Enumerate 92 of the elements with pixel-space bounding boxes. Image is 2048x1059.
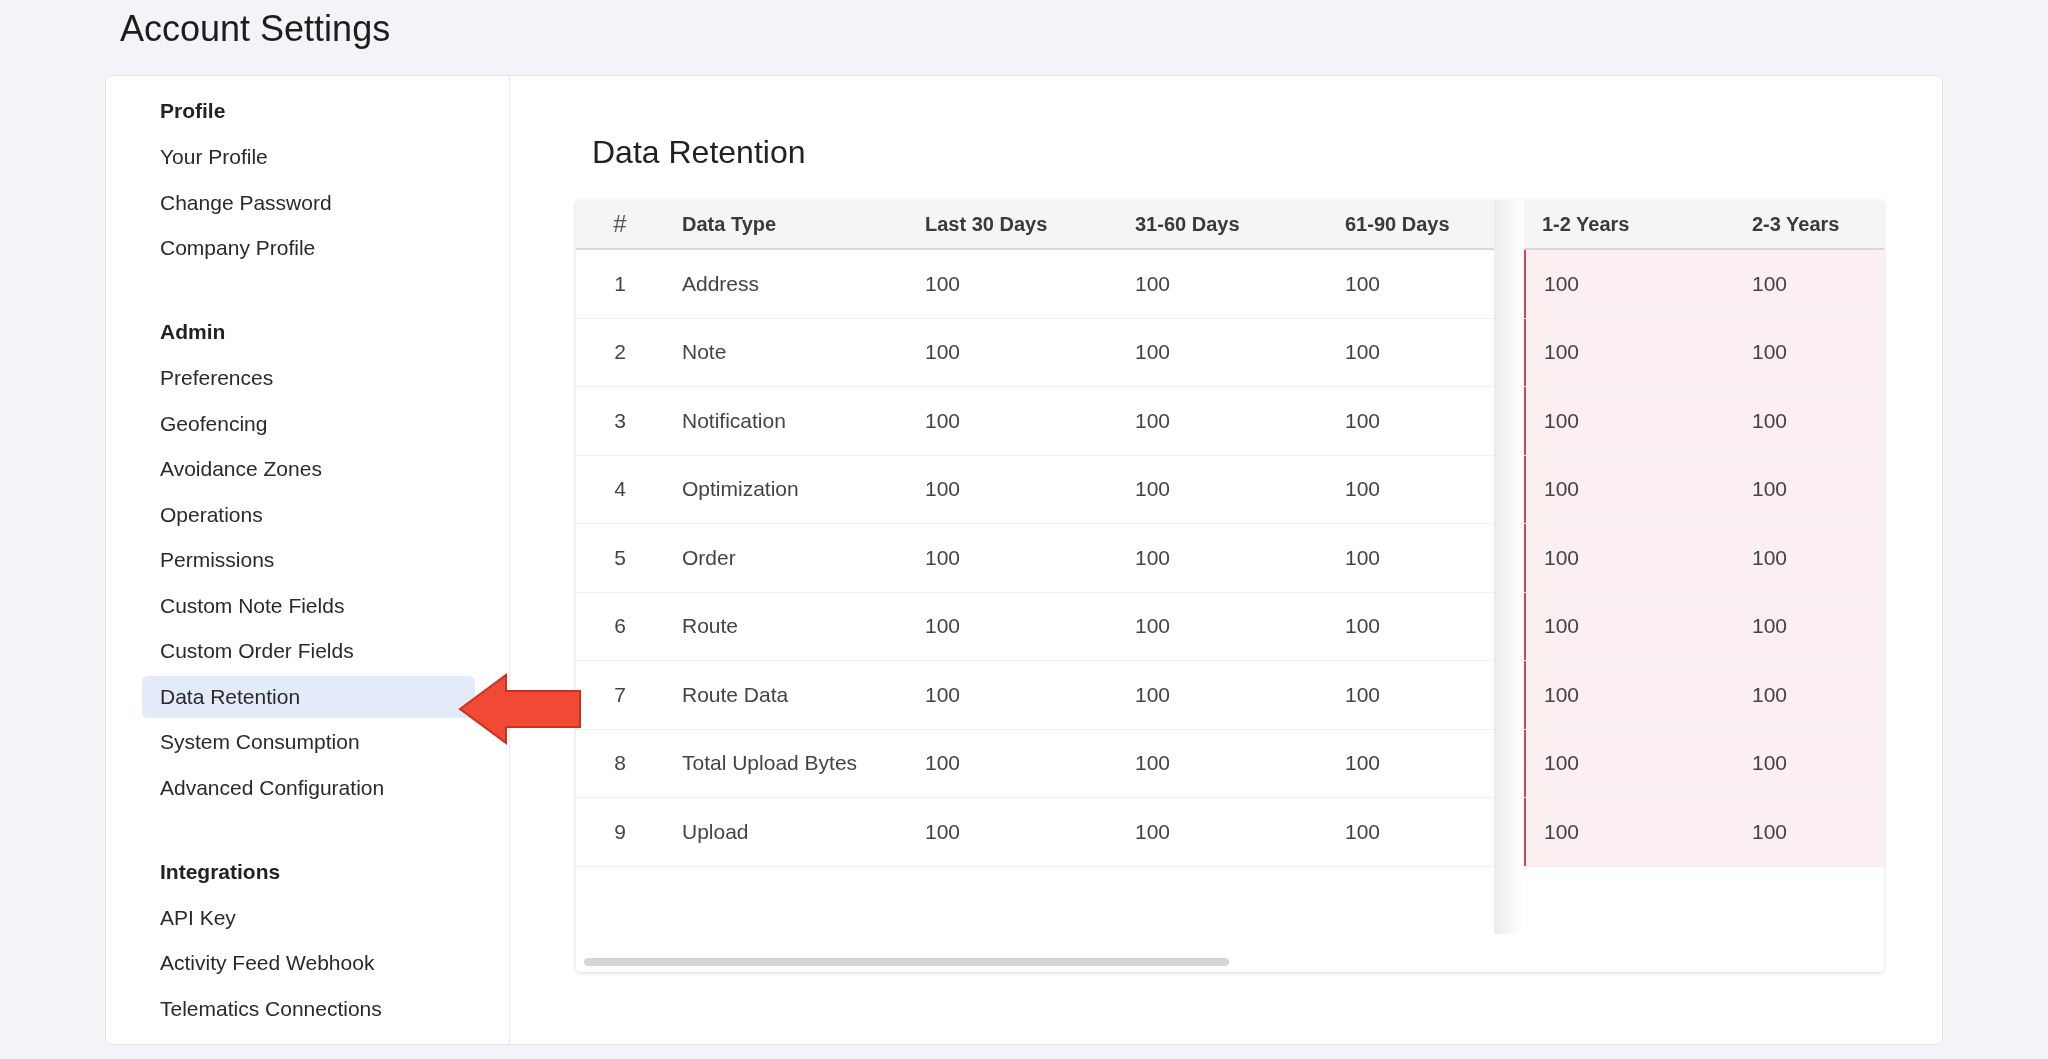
- table-cell: 100: [1524, 318, 1734, 386]
- table-cell-text: 100: [1134, 270, 1172, 297]
- table-cell-text: 1: [613, 270, 627, 297]
- table-cell-text: 100: [1344, 681, 1382, 708]
- sidebar-item[interactable]: Geofencing: [142, 402, 475, 445]
- table-cell-text: 100: [924, 681, 962, 708]
- table-cell-text: 100: [924, 818, 962, 845]
- column-header: #: [612, 209, 628, 239]
- table-cell-text: Address: [681, 270, 761, 297]
- scrollbar-thumb[interactable]: [584, 958, 1229, 966]
- table-cell: 100: [1524, 455, 1734, 523]
- table-cell-text: Notification: [681, 407, 787, 434]
- table-cell: 100: [1734, 455, 1884, 523]
- column-header: 31-60 Days: [1134, 211, 1241, 237]
- table-cell-text: Total Upload Bytes: [681, 750, 859, 777]
- table-cell-text: Route Data: [681, 681, 790, 708]
- sidebar-item[interactable]: Custom Note Fields: [142, 584, 475, 627]
- sidebar-item[interactable]: Custom Order Fields: [142, 630, 475, 672]
- table-cell-text: Route: [681, 613, 740, 640]
- table-cell-text: 8: [613, 750, 627, 777]
- table-cell-text: 3: [613, 407, 627, 434]
- table-cell: 100: [1734, 387, 1884, 455]
- table-cell-text: 100: [1134, 750, 1172, 777]
- sidebar-heading: Admin: [159, 319, 227, 345]
- column-header: 1-2 Years: [1541, 211, 1631, 237]
- sidebar-item[interactable]: Data Retention: [142, 675, 475, 718]
- table-cell: 100: [1524, 661, 1734, 729]
- table-cell: 100: [1734, 798, 1884, 866]
- table-cell-text: 100: [1134, 339, 1172, 366]
- table-cell-text: 6: [613, 613, 627, 640]
- table-cell-text: 100: [1134, 476, 1172, 503]
- table-cell-text: 100: [924, 407, 962, 434]
- table-cell-text: 100: [1344, 613, 1382, 640]
- page-title: Account Settings: [119, 7, 392, 51]
- column-header: Data Type: [681, 211, 778, 237]
- table-cell-text: 100: [1344, 544, 1382, 571]
- column-header: 61-90 Days: [1344, 211, 1451, 237]
- table-cell-text: 100: [924, 544, 962, 571]
- table-cell-text: Optimization: [681, 476, 800, 503]
- table-cell: 100: [1734, 661, 1884, 729]
- sidebar-item[interactable]: Telematics Connections: [142, 987, 475, 1030]
- sidebar-item[interactable]: API Key: [142, 896, 475, 939]
- table-cell-text: 100: [1344, 818, 1382, 845]
- table-cell: 100: [1524, 729, 1734, 797]
- column-header: Last 30 Days: [924, 211, 1049, 237]
- table-cell: 100: [1524, 250, 1734, 318]
- table-cell-text: 100: [924, 476, 962, 503]
- section-title: Data Retention: [591, 134, 807, 172]
- sidebar-item[interactable]: Preferences: [142, 357, 475, 399]
- sidebar-item[interactable]: Advanced Configuration: [142, 766, 475, 809]
- table-cell-text: 7: [613, 681, 627, 708]
- table-cell: 100: [1734, 524, 1884, 592]
- table-cell: 100: [1734, 250, 1884, 318]
- table-cell-text: 9: [613, 818, 627, 845]
- sidebar-heading: Integrations: [159, 858, 282, 885]
- table-cell-text: 100: [1134, 613, 1172, 640]
- sidebar-item[interactable]: Permissions: [142, 539, 475, 581]
- table-cell-text: Upload: [681, 818, 750, 845]
- table-cell-text: 100: [1344, 270, 1382, 297]
- table-cell-text: 100: [1344, 476, 1382, 503]
- sidebar-item[interactable]: Activity Feed Webhook: [142, 942, 475, 984]
- table-cell-text: 2: [613, 339, 627, 366]
- table-cell-text: 100: [924, 750, 962, 777]
- sidebar-item[interactable]: Change Password: [142, 181, 475, 224]
- table-cell: 100: [1734, 729, 1884, 797]
- table-cell-text: 100: [1344, 339, 1382, 366]
- table-cell-text: 100: [924, 339, 962, 366]
- table-cell-text: 100: [1134, 818, 1172, 845]
- table-cell-text: Note: [681, 339, 728, 366]
- table-cell-text: 5: [613, 544, 627, 571]
- sidebar-item[interactable]: Avoidance Zones: [142, 448, 475, 490]
- table-cell: 100: [1524, 798, 1734, 866]
- table-cell-text: 100: [924, 613, 962, 640]
- table-cell-text: 100: [1134, 681, 1172, 708]
- sidebar-item[interactable]: System Consumption: [142, 721, 475, 763]
- table-cell-text: 100: [1344, 407, 1382, 434]
- table-cell: 100: [1524, 524, 1734, 592]
- table-cell-text: 4: [613, 476, 627, 503]
- table-cell: 100: [1524, 592, 1734, 660]
- table-cell-text: Order: [681, 544, 737, 571]
- table-cell-text: 100: [1134, 544, 1172, 571]
- column-header: 2-3 Years: [1751, 211, 1841, 237]
- table-cell: 100: [1734, 318, 1884, 386]
- table-cell-text: 100: [1344, 750, 1382, 777]
- table-cell-text: 100: [1134, 407, 1172, 434]
- sidebar-item[interactable]: Operations: [142, 493, 475, 536]
- table-cell: 100: [1524, 387, 1734, 455]
- sidebar-heading: Profile: [159, 98, 227, 124]
- table-cell: 100: [1734, 592, 1884, 660]
- table-cell-text: 100: [924, 270, 962, 297]
- sidebar-item[interactable]: Company Profile: [142, 227, 475, 269]
- sidebar-item[interactable]: Your Profile: [142, 136, 475, 178]
